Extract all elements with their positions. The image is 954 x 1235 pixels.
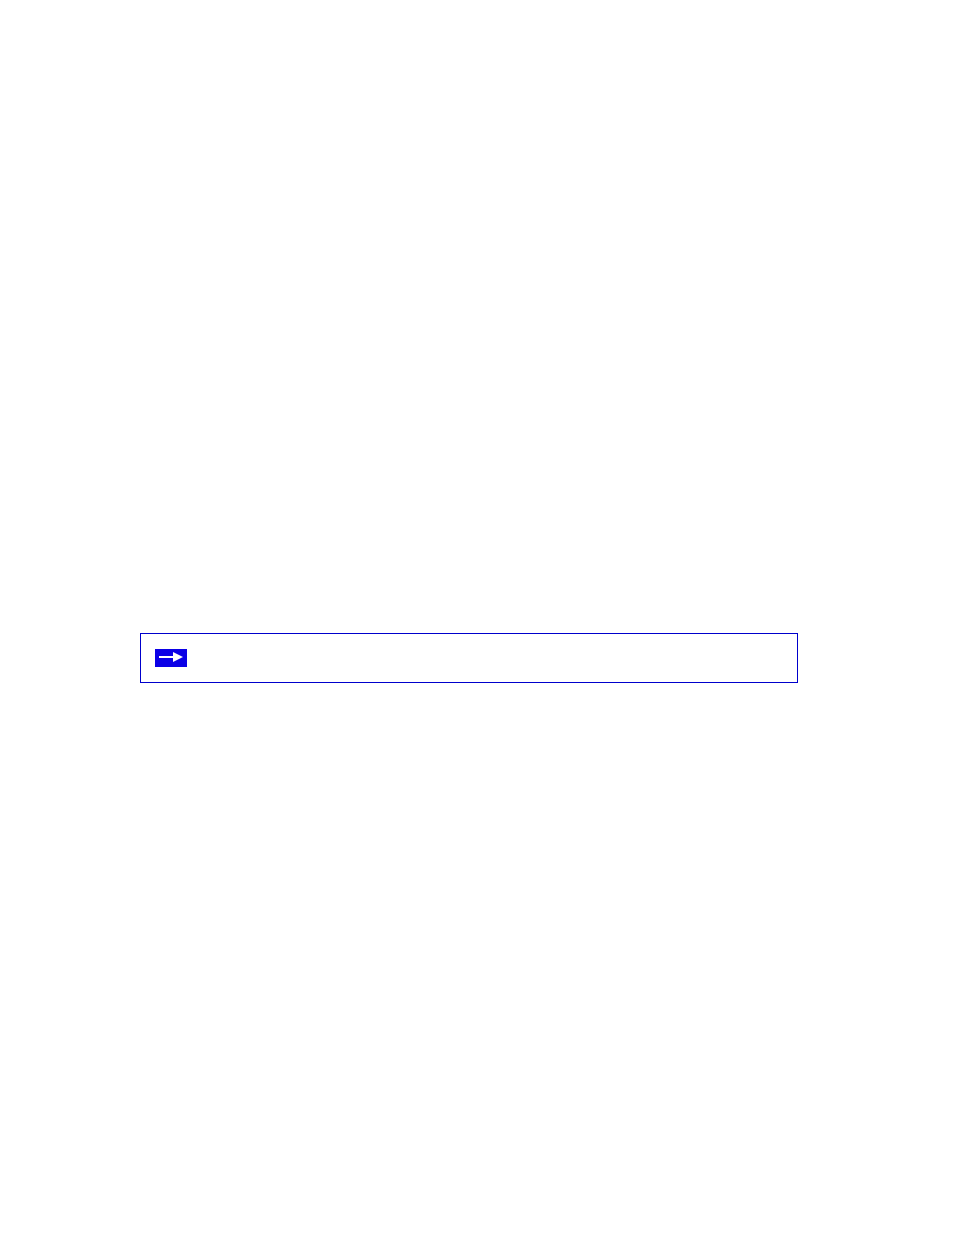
modify-step-3-number: 3. xyxy=(140,463,160,482)
section-heading-qos: Setting Quality of Service (QoS) Priorit… xyxy=(140,542,798,565)
step-5-number: 5. xyxy=(140,257,160,276)
modify-step-3-text: Click Reset to cancel the changes and re… xyxy=(164,464,556,479)
footer-page-number: 4-27 xyxy=(792,1173,814,1185)
qos-item-4: Maximize-Throughput. Used when the volum… xyxy=(140,920,798,958)
note-callout: Note: This setting is available only on … xyxy=(140,633,798,683)
step-4-text: Select the desired action from the Filte… xyxy=(140,186,785,239)
qos-paragraph-2: On the Services screen in the Customer S… xyxy=(140,705,798,743)
modify-step-2: 2. Modify the parameters you wish to cha… xyxy=(140,428,798,447)
intro-line: the comparison options may be specified: xyxy=(140,150,798,169)
arrow-right-icon xyxy=(155,645,187,672)
section-heading-modifying: Modifying a Service xyxy=(140,302,798,325)
modify-step-2-text: Modify the parameters you wish to change… xyxy=(164,429,412,444)
step-5-text: Click Add. The new custom service will b… xyxy=(164,258,621,273)
modify-step-1-number: 1. xyxy=(140,374,160,393)
footer-version: v1.0, March 2009 xyxy=(521,1173,606,1185)
footer-left: Firewall Protection and Content Filterin… xyxy=(140,1173,336,1185)
note-body: This setting is available only on outbou… xyxy=(232,645,528,660)
doc-title: ProSafe VPN Firewall 200 FVX538 Referenc… xyxy=(140,60,814,75)
qos-paragraph-1: The Quality of Service (QoS) Priorities … xyxy=(140,579,798,617)
modify-step-3: 3. Click Reset to cancel the changes and… xyxy=(140,463,798,482)
modify-step-4-number: 4. xyxy=(140,497,160,516)
qos-item-2: Minimize-Cost. Used when the data must b… xyxy=(140,812,798,850)
note-label: Note: xyxy=(199,645,232,660)
step-4: 4. Select the desired action from the Fi… xyxy=(140,185,798,242)
modify-step-1-text: In the Custom Services Table, click the … xyxy=(140,375,771,409)
step-4-number: 4. xyxy=(140,185,160,204)
modify-step-1: 1. In the Custom Services Table, click t… xyxy=(140,374,798,412)
modify-step-2-number: 2. xyxy=(140,428,160,447)
modify-step-4: 4. Click Apply to confirm your changes. … xyxy=(140,497,798,516)
step-5: 5. Click Add. The new custom service wil… xyxy=(140,257,798,276)
modify-step-4-text: Click Apply to confirm your changes. The… xyxy=(164,498,738,513)
qos-item-3: Maximize-Reliability. Used when data nee… xyxy=(140,866,798,904)
note-text: Note: This setting is available only on … xyxy=(199,644,528,663)
modify-intro: To edit the parameters of a service: xyxy=(140,339,798,358)
document-body: the comparison options may be specified:… xyxy=(140,150,798,973)
qos-item-1: Normal-Service. No special priority give… xyxy=(140,759,798,797)
page-footer: Firewall Protection and Content Filterin… xyxy=(140,1173,814,1185)
